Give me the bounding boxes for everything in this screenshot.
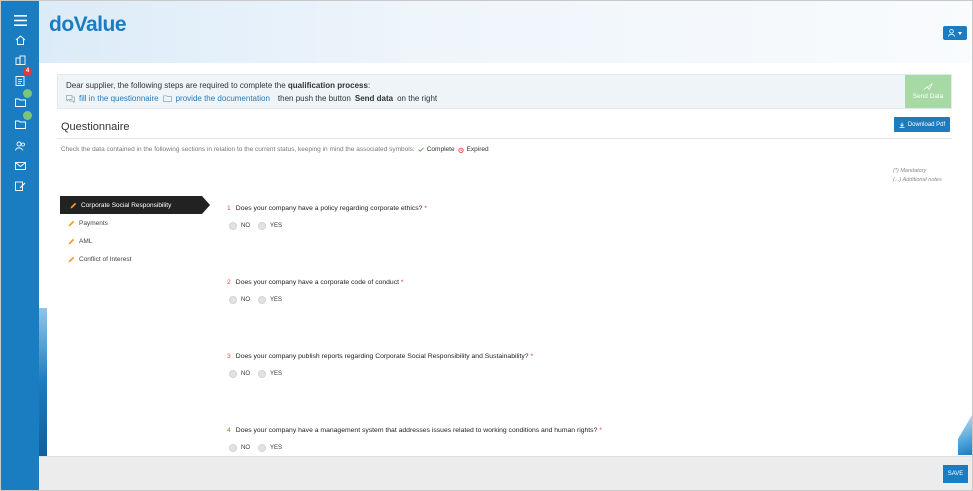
main-content: Dear supplier, the following steps are r… xyxy=(39,63,972,456)
logo: doValue xyxy=(49,13,127,36)
status-instructions: Check the data contained in the followin… xyxy=(61,146,489,153)
user-icon xyxy=(948,29,955,37)
user-menu-button[interactable] xyxy=(943,26,967,40)
section-tab-conflict-of-interest[interactable]: Conflict of Interest xyxy=(60,250,210,268)
pencil-icon xyxy=(70,202,77,208)
radio-yes[interactable]: YES xyxy=(258,370,282,378)
status-badge xyxy=(23,89,32,98)
question-item: 2 Does your company have a corporate cod… xyxy=(227,279,927,304)
pencil-icon xyxy=(68,256,75,262)
question-item: 3 Does your company publish reports rega… xyxy=(227,353,927,378)
section-tab-payments[interactable]: Payments xyxy=(60,214,210,232)
question-text: 1 Does your company have a policy regard… xyxy=(227,205,427,212)
question-text: 3 Does your company publish reports rega… xyxy=(227,353,534,360)
edit-document-icon[interactable] xyxy=(10,178,30,194)
notice-intro: Dear supplier, the following steps are r… xyxy=(66,81,371,90)
decorative-stripe xyxy=(39,308,47,456)
footer-bar: SAVE xyxy=(39,456,972,490)
radio-yes[interactable]: YES xyxy=(258,296,282,304)
download-pdf-button[interactable]: Download Pdf xyxy=(894,117,950,132)
menu-icon[interactable] xyxy=(10,12,30,28)
radio-no[interactable]: NO xyxy=(229,370,250,378)
section-tab-aml[interactable]: AML xyxy=(60,232,210,250)
answer-options: NO YES xyxy=(229,444,927,452)
header: doValue xyxy=(39,1,972,63)
app-window: 4 doValue Dear supplier, the following s… xyxy=(0,0,973,491)
radio-yes[interactable]: YES xyxy=(258,444,282,452)
radio-no[interactable]: NO xyxy=(229,296,250,304)
question-text: 2 Does your company have a corporate cod… xyxy=(227,279,404,286)
qualification-notice: Dear supplier, the following steps are r… xyxy=(57,74,952,109)
notification-badge: 4 xyxy=(23,67,32,76)
answer-options: NO YES xyxy=(229,222,927,230)
legend: (*) Mandatory (...) Additional notes xyxy=(893,167,942,185)
pencil-icon xyxy=(68,238,75,244)
check-icon xyxy=(417,147,424,152)
answer-options: NO YES xyxy=(229,296,927,304)
chat-icon xyxy=(66,94,75,103)
users-icon[interactable] xyxy=(10,138,30,154)
fill-questionnaire-link[interactable]: fill in the questionnaire xyxy=(79,94,159,103)
pencil-icon xyxy=(68,220,75,226)
question-text: 4 Does your company have a management sy… xyxy=(227,427,602,434)
page-title: Questionnaire xyxy=(61,121,130,133)
clipboard-icon[interactable]: 4 xyxy=(10,67,32,88)
section-nav: Corporate Social Responsibility Payments… xyxy=(60,196,210,268)
save-button[interactable]: SAVE xyxy=(943,465,968,483)
legend-additional-notes: (...) Additional notes xyxy=(893,177,942,183)
folder-icon[interactable] xyxy=(10,89,32,110)
send-data-button[interactable]: Send Data xyxy=(905,75,951,108)
home-icon[interactable] xyxy=(10,32,30,48)
question-item: 1 Does your company have a policy regard… xyxy=(227,205,927,230)
answer-options: NO YES xyxy=(229,370,927,378)
radio-no[interactable]: NO xyxy=(229,222,250,230)
radio-no[interactable]: NO xyxy=(229,444,250,452)
radio-yes[interactable]: YES xyxy=(258,222,282,230)
buildings-icon[interactable] xyxy=(10,52,30,68)
folder-icon[interactable] xyxy=(10,111,32,132)
mail-icon[interactable] xyxy=(10,158,30,174)
notice-steps: fill in the questionnaire provide the do… xyxy=(66,94,437,103)
chevron-down-icon xyxy=(958,31,962,35)
question-item: 4 Does your company have a management sy… xyxy=(227,427,927,452)
section-tab-corporate-social-responsibility[interactable]: Corporate Social Responsibility xyxy=(60,196,210,214)
divider xyxy=(57,138,952,139)
legend-mandatory: (*) Mandatory xyxy=(893,168,927,174)
sidebar: 4 xyxy=(1,1,39,490)
send-icon xyxy=(923,83,933,90)
download-icon xyxy=(899,122,905,128)
decorative-corner xyxy=(958,415,972,455)
folder-icon xyxy=(162,95,172,102)
status-badge xyxy=(23,111,32,120)
alarm-clock-icon xyxy=(457,147,464,153)
provide-documentation-link[interactable]: provide the documentation xyxy=(176,94,270,103)
